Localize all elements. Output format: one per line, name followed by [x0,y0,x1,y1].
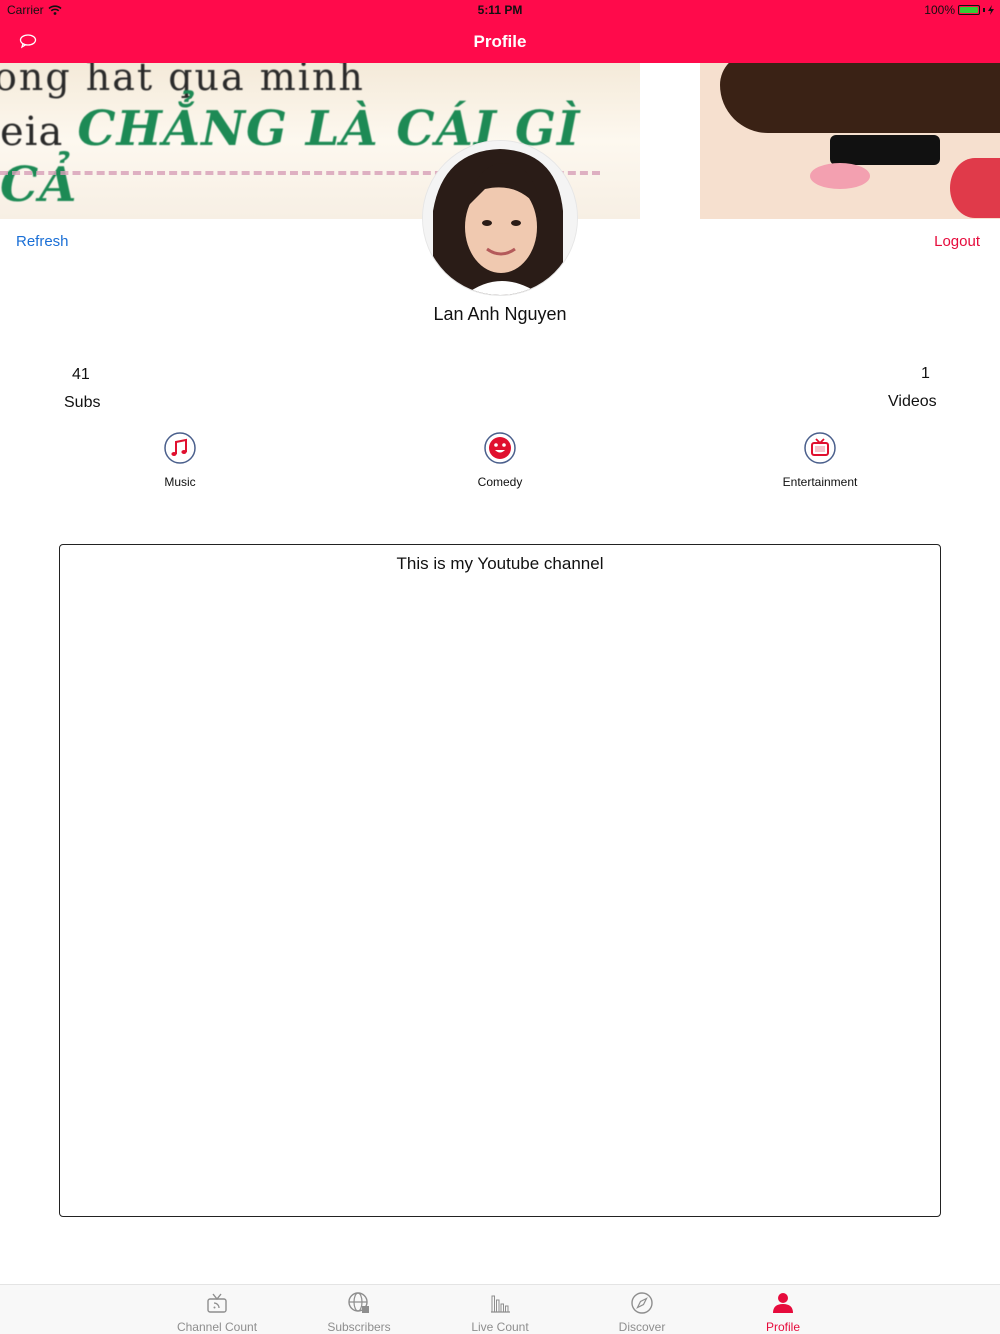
music-note-icon [164,432,196,464]
logout-button[interactable]: Logout [934,233,980,250]
navigation-bar: Profile [0,20,1000,63]
person-icon [773,1293,793,1313]
globe-icon [348,1292,369,1313]
category-label: Comedy [477,475,523,489]
channel-description-text: This is my Youtube channel [396,554,604,573]
tab-label: Discover [618,1320,666,1334]
tab-channel-count[interactable]: Channel Count [152,1291,282,1334]
category-entertainment[interactable]: Entertainment [760,432,880,489]
status-time: 5:11 PM [477,3,523,17]
tab-discover[interactable]: Discover [577,1291,707,1334]
avatar-photo [423,141,577,295]
profile-name: Lan Anh Nguyen [433,304,567,324]
tab-label: Channel Count [176,1320,258,1334]
banner-text-line1: ong hat qua minh [0,63,365,99]
subs-count: 41 [72,366,90,383]
category-label: Entertainment [782,475,858,489]
tab-subscribers[interactable]: Subscribers [294,1291,424,1334]
channel-description-box[interactable]: This is my Youtube channel [59,544,941,1217]
videos-label: Videos [888,393,937,410]
status-bar: Carrier 5:11 PM 100% [0,0,1000,20]
charging-bolt-icon [988,5,994,15]
tab-profile[interactable]: Profile [718,1291,848,1334]
banner-cartoon-image [700,63,1000,219]
compass-icon [631,1292,653,1314]
smiley-face-icon [484,432,516,464]
tv-icon [804,432,836,464]
category-comedy[interactable]: Comedy [440,432,560,489]
bar-chart-icon [491,1295,510,1313]
page-title: Profile [473,32,527,51]
category-label: Music [164,475,196,489]
tab-label: Live Count [471,1320,529,1334]
videos-count: 1 [921,365,930,382]
avatar[interactable] [423,141,577,295]
category-music[interactable]: Music [120,432,240,489]
tv-rss-icon [207,1293,227,1313]
tab-label: Subscribers [327,1320,391,1334]
tab-label: Profile [765,1320,800,1334]
battery-percent: 100% [924,3,955,17]
subs-label: Subs [64,394,101,411]
battery-icon [958,5,980,15]
tab-bar: Channel Count Subscribers Live Count Dis… [0,1284,1000,1334]
tab-live-count[interactable]: Live Count [435,1291,565,1334]
banner-text-prefix: eia [0,109,64,155]
refresh-button[interactable]: Refresh [16,233,69,250]
